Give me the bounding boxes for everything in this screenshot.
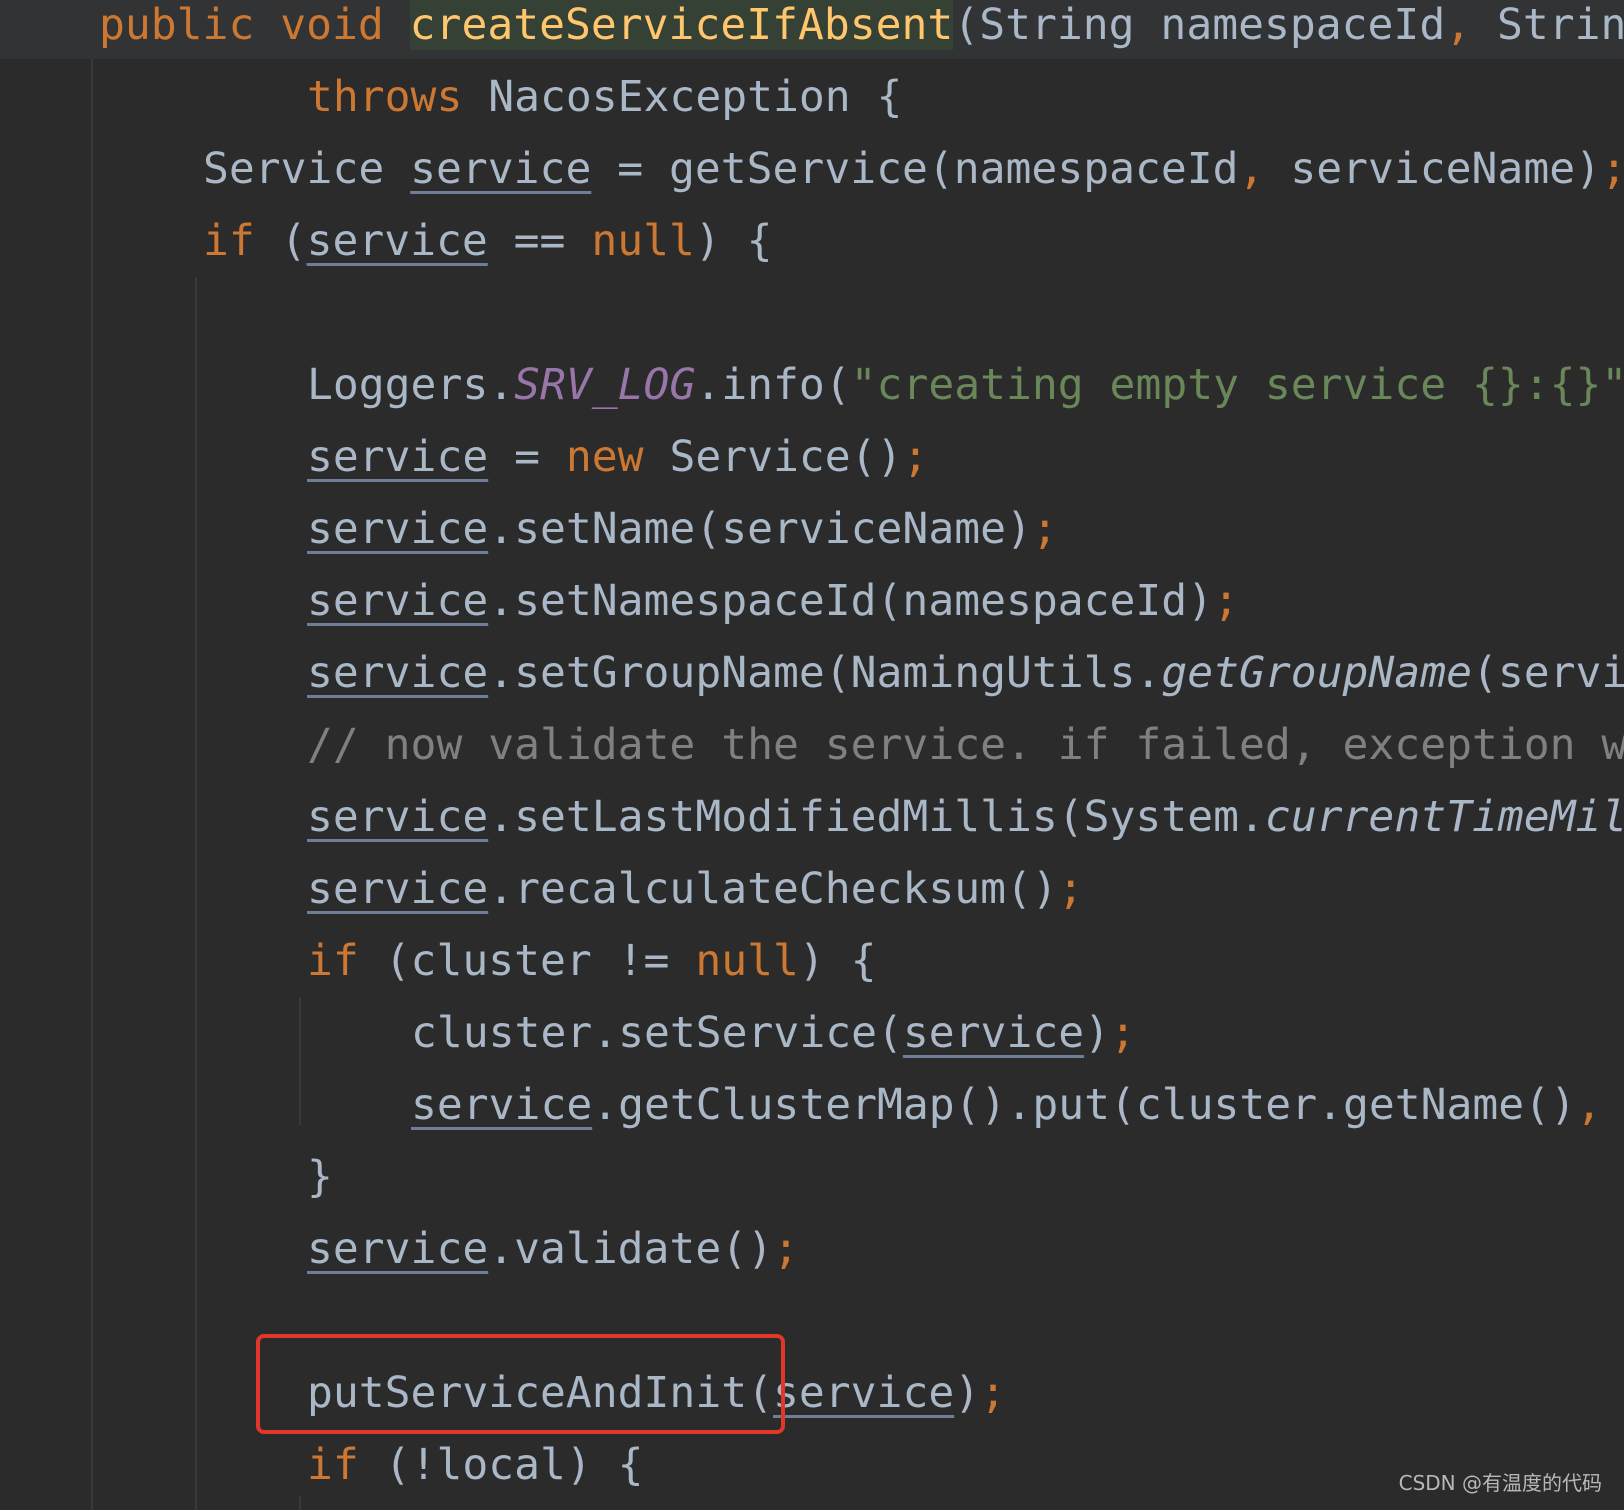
code-token: Strin [1497,0,1624,50]
code-line[interactable]: service = new Service(); [307,421,1624,493]
code-token: null [695,936,799,986]
indent-guide [299,997,301,1125]
code-token: service [902,1008,1085,1058]
code-line[interactable]: service.recalculateChecksum(); [307,853,1624,925]
code-token: ) [1084,1008,1110,1058]
highlight-box [256,1334,785,1434]
code-token: .setNamespaceId(namespaceId) [488,576,1214,626]
code-token: .validate() [488,1224,773,1274]
code-line[interactable]: // now validate the service. if failed, … [307,709,1624,781]
indent-guide [299,1496,301,1510]
code-token: ; [1110,1008,1136,1058]
code-token: null [591,216,695,266]
code-token: ) [954,1368,981,1418]
code-token: new [565,432,670,482]
code-line[interactable]: if (service == null) { [203,205,1624,277]
code-line[interactable] [99,277,1624,349]
code-line[interactable]: service.getClusterMap().put(cluster.getN… [411,1069,1624,1141]
code-token: .setLastModifiedMillis(System. [488,792,1265,842]
code-token: ; [773,1224,799,1274]
code-line[interactable]: if (cluster != null) { [307,925,1624,997]
code-line[interactable]: } [307,1141,1624,1213]
code-token: .info( [695,360,851,410]
code-token: .recalculateChecksum() [488,864,1058,914]
code-token: createServiceIfAbsent [409,0,954,50]
code-line[interactable]: public void createServiceIfAbsent(String… [99,0,1624,61]
code-token: // now validate the service. if failed, … [307,720,1624,770]
indent-guide [91,59,93,1510]
code-token: service [307,864,489,914]
code-token: service [411,1080,593,1130]
code-token: (String namespaceId [953,0,1446,50]
code-line[interactable]: service.setLastModifiedMillis(System.cur… [307,781,1624,853]
code-line[interactable]: service.setName(serviceName); [307,493,1624,565]
code-token: service [307,792,489,842]
code-token: service [307,648,489,698]
code-token: if [307,936,385,986]
code-line[interactable]: cluster.setService(service); [411,997,1624,1069]
code-token: = [488,432,566,482]
code-token: (!local) { [384,1440,644,1490]
code-token: Loggers. [307,360,515,410]
code-token: "creating empty service {}:{}" [850,360,1624,410]
code-token: public void [99,0,410,50]
code-token: Service() [669,432,903,482]
code-token: throws [307,72,489,122]
code-token: = getService(namespaceId [591,144,1239,194]
code-token: (servi [1471,648,1624,698]
code-token: .setGroupName(NamingUtils. [488,648,1162,698]
code-token: , [1575,1080,1602,1130]
code-line[interactable]: Service service = getService(namespaceId… [203,133,1624,205]
code-token: ( [280,216,307,266]
code-token: SRV_LOG [514,360,696,410]
code-token: ; [980,1368,1006,1418]
code-line[interactable]: service.setNamespaceId(namespaceId); [307,565,1624,637]
code-token: getGroupName [1161,648,1472,698]
code-token: service [410,144,592,194]
code-token: currentTimeMil [1264,792,1624,842]
code-token: NacosException { [488,72,903,122]
code-token: ; [1031,504,1058,554]
code-token: ; [1601,144,1624,194]
code-line[interactable]: throws NacosException { [307,61,1624,133]
code-token: } [307,1152,333,1202]
watermark: CSDN @有温度的代码 [1398,1471,1602,1495]
code-line[interactable]: Loggers.SRV_LOG.info("creating empty ser… [307,349,1624,421]
code-token: ; [1213,576,1239,626]
code-token: if [307,1440,385,1490]
code-token: service [307,576,489,626]
code-token: .getClusterMap().put(cluster.getName() [592,1080,1576,1130]
code-token: service [307,1224,489,1274]
code-token: if [203,216,281,266]
code-token: ; [1057,864,1084,914]
code-token: ) { [694,216,773,266]
code-token: .setName(serviceName) [488,504,1032,554]
code-token: service [306,216,488,266]
code-token: , [1445,0,1497,50]
code-token: , [1238,144,1291,194]
code-token: ; [902,432,929,482]
code-token: serviceName) [1290,144,1601,194]
code-line[interactable]: service.setGroupName(NamingUtils.getGrou… [307,637,1624,709]
code-token: ) { [798,936,877,986]
code-token: Service [203,144,411,194]
code-token: service [307,504,489,554]
code-token: (cluster != [384,936,696,986]
code-token: service [773,1368,955,1418]
code-token: == [487,216,592,266]
code-token: cluster.setService( [411,1008,903,1058]
code-line[interactable]: service.validate(); [307,1213,1624,1285]
code-token: service [307,432,489,482]
